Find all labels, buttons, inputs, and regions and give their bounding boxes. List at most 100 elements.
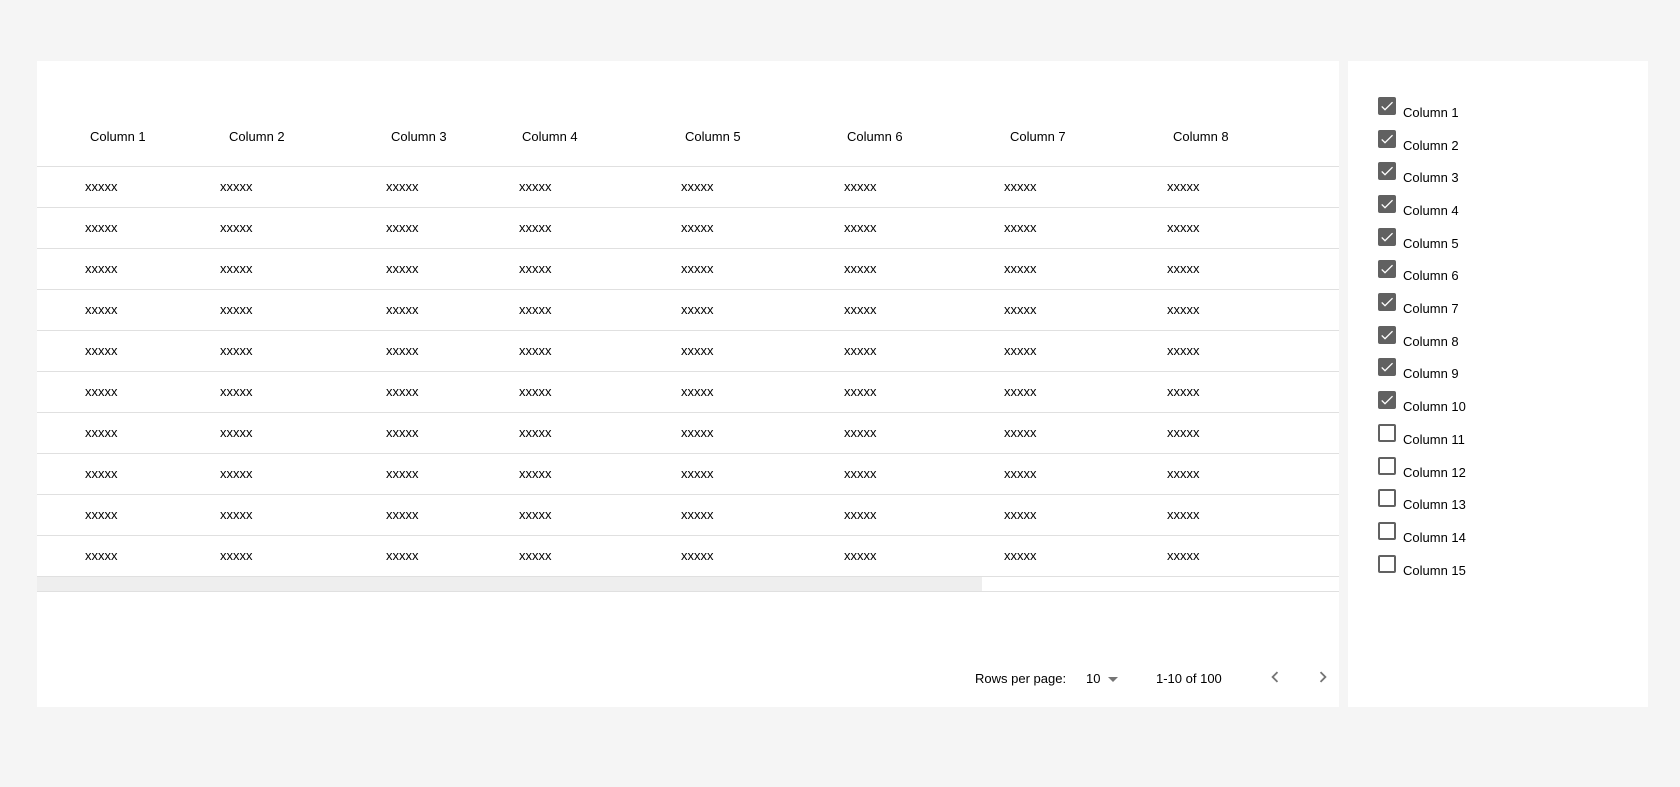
table-cell: xxxxx bbox=[1004, 548, 1037, 563]
table-cell: xxxxx bbox=[386, 384, 419, 399]
column-header[interactable]: Column 4 bbox=[522, 129, 578, 145]
column-toggle-label: Column 14 bbox=[1403, 530, 1466, 545]
table-row[interactable]: xxxxx xxxxx xxxxx xxxxx xxxxx xxxxx xxxxx xxxxx bbox=[37, 372, 1339, 413]
checkbox-checked-icon[interactable] bbox=[1378, 391, 1396, 409]
table-cell: xxxxx bbox=[844, 261, 877, 276]
table-cell: xxxxx bbox=[844, 302, 877, 317]
table-cell: xxxxx bbox=[681, 466, 714, 481]
table-cell: xxxxx bbox=[681, 220, 714, 235]
table-cell: xxxxx bbox=[220, 425, 253, 440]
table-row[interactable]: xxxxx xxxxx xxxxx xxxxx xxxxx xxxxx xxxxx xxxxx bbox=[37, 536, 1339, 577]
table-row[interactable]: xxxxx xxxxx xxxxx xxxxx xxxxx xxxxx xxxxx xxxxx bbox=[37, 249, 1339, 290]
scrollbar-thumb[interactable] bbox=[37, 577, 982, 591]
table-cell: xxxxx bbox=[519, 302, 552, 317]
table-row[interactable]: xxxxx xxxxx xxxxx xxxxx xxxxx xxxxx xxxxx xxxxx bbox=[37, 495, 1339, 536]
table-cell: xxxxx bbox=[681, 548, 714, 563]
column-toggle-label: Column 6 bbox=[1403, 268, 1459, 283]
table-cell: xxxxx bbox=[519, 548, 552, 563]
column-toggle-6[interactable]: Column 6 bbox=[1378, 260, 1618, 288]
table-cell: xxxxx bbox=[1167, 384, 1200, 399]
table-cell: xxxxx bbox=[681, 261, 714, 276]
column-header[interactable]: Column 5 bbox=[685, 129, 741, 145]
column-header[interactable]: Column 6 bbox=[847, 129, 903, 145]
table-cell: xxxxx bbox=[1167, 548, 1200, 563]
column-toggle-5[interactable]: Column 5 bbox=[1378, 228, 1618, 256]
table-cell: xxxxx bbox=[386, 261, 419, 276]
previous-page-button[interactable] bbox=[1263, 665, 1287, 689]
rows-per-page-select[interactable]: 10 bbox=[1086, 667, 1119, 691]
column-header[interactable]: Column 2 bbox=[229, 129, 285, 145]
table-cell: xxxxx bbox=[519, 425, 552, 440]
rows-per-page-value: 10 bbox=[1086, 671, 1101, 686]
table-cell: xxxxx bbox=[1167, 179, 1200, 194]
checkbox-checked-icon[interactable] bbox=[1378, 97, 1396, 115]
table-cell: xxxxx bbox=[85, 179, 118, 194]
table-cell: xxxxx bbox=[386, 220, 419, 235]
table-cell: xxxxx bbox=[844, 220, 877, 235]
next-page-button[interactable] bbox=[1311, 665, 1335, 689]
column-toggle-3[interactable]: Column 3 bbox=[1378, 162, 1618, 190]
column-toggle-11[interactable]: Column 11 bbox=[1378, 424, 1618, 452]
checkbox-checked-icon[interactable] bbox=[1378, 260, 1396, 278]
column-header[interactable]: Column 1 bbox=[90, 129, 146, 145]
checkbox-unchecked-icon[interactable] bbox=[1378, 457, 1396, 475]
column-toggle-label: Column 10 bbox=[1403, 399, 1466, 414]
column-chooser-panel: Column 1 Column 2 Column 3 Column 4 Column 5… bbox=[1348, 61, 1648, 707]
checkbox-checked-icon[interactable] bbox=[1378, 228, 1396, 246]
table-cell: xxxxx bbox=[85, 507, 118, 522]
column-toggle-7[interactable]: Column 7 bbox=[1378, 293, 1618, 321]
table-cell: xxxxx bbox=[681, 343, 714, 358]
column-toggle-8[interactable]: Column 8 bbox=[1378, 326, 1618, 354]
table-cell: xxxxx bbox=[1004, 220, 1037, 235]
horizontal-scrollbar[interactable] bbox=[37, 577, 1339, 592]
checkbox-unchecked-icon[interactable] bbox=[1378, 522, 1396, 540]
checkbox-checked-icon[interactable] bbox=[1378, 326, 1396, 344]
column-toggle-4[interactable]: Column 4 bbox=[1378, 195, 1618, 223]
table-cell: xxxxx bbox=[519, 179, 552, 194]
column-toggle-14[interactable]: Column 14 bbox=[1378, 522, 1618, 550]
table-cell: xxxxx bbox=[681, 302, 714, 317]
checkbox-checked-icon[interactable] bbox=[1378, 293, 1396, 311]
table-cell: xxxxx bbox=[519, 220, 552, 235]
checkbox-checked-icon[interactable] bbox=[1378, 195, 1396, 213]
table-row[interactable]: xxxxx xxxxx xxxxx xxxxx xxxxx xxxxx xxxxx xxxxx bbox=[37, 290, 1339, 331]
column-toggle-13[interactable]: Column 13 bbox=[1378, 489, 1618, 517]
table-row[interactable]: xxxxx xxxxx xxxxx xxxxx xxxxx xxxxx xxxxx xxxxx bbox=[37, 331, 1339, 372]
table-cell: xxxxx bbox=[386, 179, 419, 194]
column-toggle-label: Column 1 bbox=[1403, 105, 1459, 120]
table-cell: xxxxx bbox=[386, 425, 419, 440]
checkbox-unchecked-icon[interactable] bbox=[1378, 424, 1396, 442]
table-body: xxxxx xxxxx xxxxx xxxxx xxxxx xxxxx xxxxx xxxxx… bbox=[37, 167, 1339, 577]
table-cell: xxxxx bbox=[1167, 343, 1200, 358]
table-row[interactable]: xxxxx xxxxx xxxxx xxxxx xxxxx xxxxx xxxxx xxxxx bbox=[37, 413, 1339, 454]
table-cell: xxxxx bbox=[220, 343, 253, 358]
table-cell: xxxxx bbox=[85, 302, 118, 317]
table-cell: xxxxx bbox=[1004, 507, 1037, 522]
table-row[interactable]: xxxxx xxxxx xxxxx xxxxx xxxxx xxxxx xxxxx xxxxx bbox=[37, 208, 1339, 249]
table-cell: xxxxx bbox=[220, 179, 253, 194]
checkbox-checked-icon[interactable] bbox=[1378, 130, 1396, 148]
table-cell: xxxxx bbox=[519, 507, 552, 522]
column-toggle-2[interactable]: Column 2 bbox=[1378, 130, 1618, 158]
column-toggle-label: Column 8 bbox=[1403, 334, 1459, 349]
checkbox-unchecked-icon[interactable] bbox=[1378, 489, 1396, 507]
checkbox-unchecked-icon[interactable] bbox=[1378, 555, 1396, 573]
column-toggle-10[interactable]: Column 10 bbox=[1378, 391, 1618, 419]
table-cell: xxxxx bbox=[220, 466, 253, 481]
column-toggle-12[interactable]: Column 12 bbox=[1378, 457, 1618, 485]
table-cell: xxxxx bbox=[519, 466, 552, 481]
column-toggle-label: Column 3 bbox=[1403, 170, 1459, 185]
table-row[interactable]: xxxxx xxxxx xxxxx xxxxx xxxxx xxxxx xxxxx xxxxx bbox=[37, 167, 1339, 208]
checkbox-checked-icon[interactable] bbox=[1378, 358, 1396, 376]
column-header[interactable]: Column 3 bbox=[391, 129, 447, 145]
checkbox-checked-icon[interactable] bbox=[1378, 162, 1396, 180]
column-toggle-9[interactable]: Column 9 bbox=[1378, 358, 1618, 386]
column-toggle-15[interactable]: Column 15 bbox=[1378, 555, 1618, 583]
column-header[interactable]: Column 8 bbox=[1173, 129, 1229, 145]
table-cell: xxxxx bbox=[85, 384, 118, 399]
column-header[interactable]: Column 7 bbox=[1010, 129, 1066, 145]
table-cell: xxxxx bbox=[844, 179, 877, 194]
table-row[interactable]: xxxxx xxxxx xxxxx xxxxx xxxxx xxxxx xxxxx xxxxx bbox=[37, 454, 1339, 495]
table-cell: xxxxx bbox=[1167, 302, 1200, 317]
column-toggle-1[interactable]: Column 1 bbox=[1378, 97, 1618, 125]
